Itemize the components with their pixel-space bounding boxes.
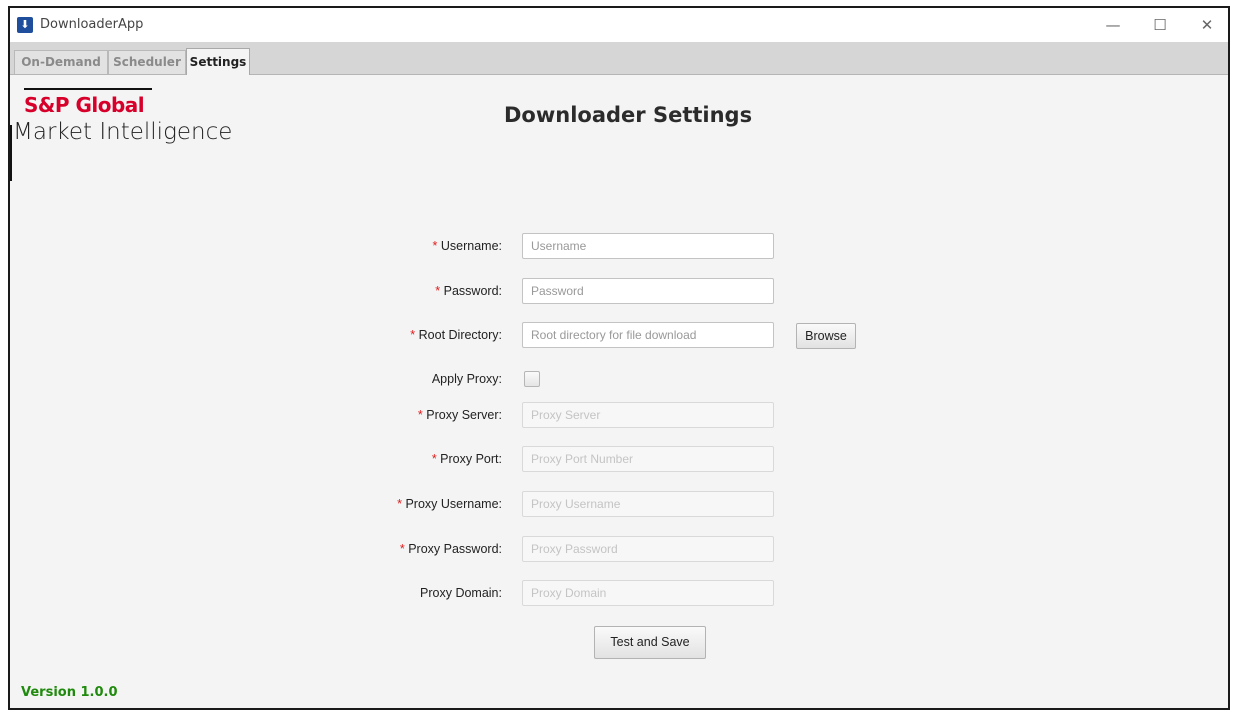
proxy-password-label: * Proxy Password: xyxy=(302,536,502,562)
logo-subtitle: Market Intelligence xyxy=(13,119,233,145)
proxy-password-row: * Proxy Password: xyxy=(10,536,502,562)
username-input[interactable]: Username xyxy=(522,233,774,259)
proxy-port-label-text: Proxy Port: xyxy=(440,452,502,466)
page-title: Downloader Settings xyxy=(504,103,753,127)
logo-brand: S&P Global xyxy=(24,93,145,117)
test-and-save-button[interactable]: Test and Save xyxy=(594,626,706,659)
required-marker: * xyxy=(399,542,405,556)
proxy-server-label-text: Proxy Server: xyxy=(426,408,502,422)
apply-proxy-checkbox[interactable] xyxy=(524,371,540,387)
tab-scheduler[interactable]: Scheduler xyxy=(108,50,186,74)
root-directory-input[interactable]: Root directory for file download xyxy=(522,322,774,348)
username-row: * Username: xyxy=(10,233,503,259)
proxy-domain-row: Proxy Domain: xyxy=(10,580,502,606)
proxy-username-input[interactable]: Proxy Username xyxy=(522,491,774,517)
download-app-icon: ⬇ xyxy=(17,17,33,33)
username-label: * Username: xyxy=(302,233,503,259)
app-window: ⬇ DownloaderApp — ☐ ✕ On-Demand Schedule… xyxy=(8,6,1230,710)
password-input[interactable]: Password xyxy=(522,278,774,304)
apply-proxy-label: Apply Proxy: xyxy=(431,372,502,386)
proxy-username-row: * Proxy Username: xyxy=(10,491,502,517)
proxy-server-row: * Proxy Server: xyxy=(10,402,502,428)
proxy-server-input[interactable]: Proxy Server xyxy=(522,402,774,428)
required-marker: * xyxy=(410,328,416,342)
password-row: * Password: xyxy=(10,278,502,304)
title-bar: ⬇ DownloaderApp — ☐ ✕ xyxy=(10,8,1228,42)
password-label-text: Password: xyxy=(443,284,502,298)
required-marker: * xyxy=(432,239,438,253)
proxy-username-label-text: Proxy Username: xyxy=(405,497,502,511)
proxy-password-label-text: Proxy Password: xyxy=(408,542,502,556)
root-directory-label-text: Root Directory: xyxy=(418,328,502,342)
required-marker: * xyxy=(435,284,441,298)
apply-proxy-row: Apply Proxy: xyxy=(10,366,502,392)
proxy-domain-input[interactable]: Proxy Domain xyxy=(522,580,774,606)
maximize-button[interactable]: ☐ xyxy=(1137,8,1183,42)
browse-button[interactable]: Browse xyxy=(796,323,856,349)
tab-settings[interactable]: Settings xyxy=(186,48,250,75)
root-directory-label: * Root Directory: xyxy=(302,322,502,348)
password-label: * Password: xyxy=(302,278,502,304)
required-marker: * xyxy=(431,452,437,466)
username-label-text: Username: xyxy=(440,239,502,253)
window-title: DownloaderApp xyxy=(40,17,144,32)
proxy-port-label: * Proxy Port: xyxy=(302,446,502,472)
close-button[interactable]: ✕ xyxy=(1184,8,1228,42)
logo-divider xyxy=(10,125,12,181)
logo-rule xyxy=(24,88,152,90)
proxy-server-label: * Proxy Server: xyxy=(302,402,502,428)
required-marker: * xyxy=(417,408,423,422)
settings-panel: S&P Global Market Intelligence Downloade… xyxy=(10,75,1228,708)
root-directory-row: * Root Directory: xyxy=(10,322,502,348)
proxy-username-label: * Proxy Username: xyxy=(302,491,502,517)
proxy-port-input[interactable]: Proxy Port Number xyxy=(522,446,774,472)
proxy-password-input[interactable]: Proxy Password xyxy=(522,536,774,562)
proxy-port-row: * Proxy Port: xyxy=(10,446,502,472)
required-marker: * xyxy=(397,497,402,511)
proxy-domain-label: Proxy Domain: xyxy=(420,586,502,600)
version-label: Version 1.0.0 xyxy=(21,685,118,700)
tab-on-demand[interactable]: On-Demand xyxy=(14,50,108,74)
tab-bar: On-Demand Scheduler Settings xyxy=(10,42,1228,75)
minimize-button[interactable]: — xyxy=(1090,8,1136,42)
